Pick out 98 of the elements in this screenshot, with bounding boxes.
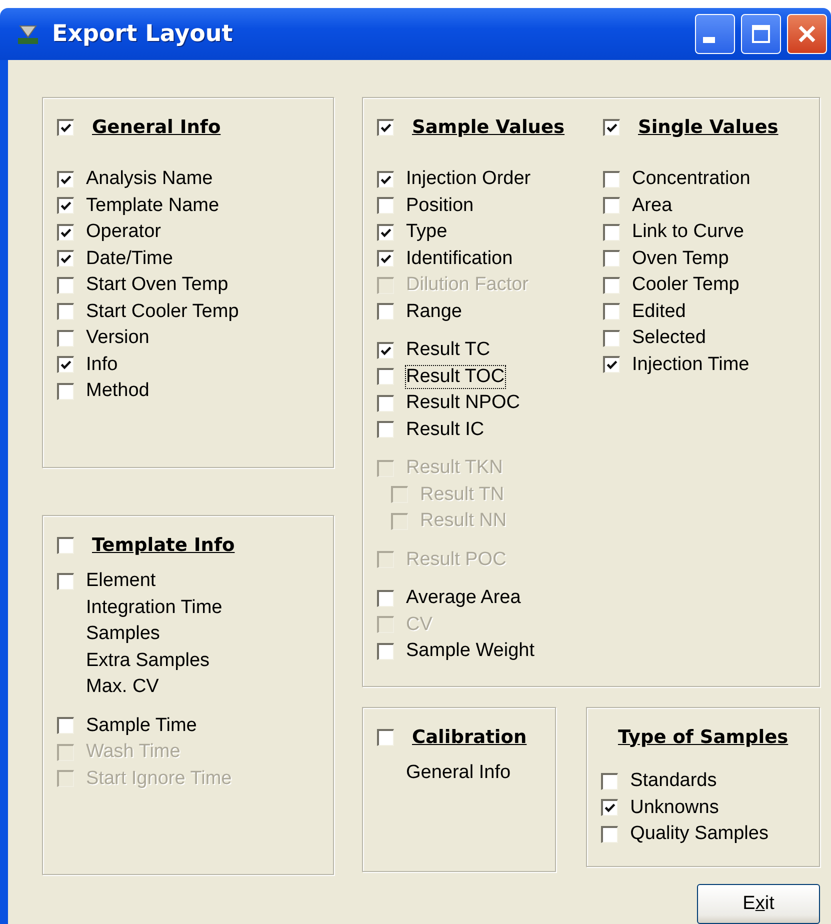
checkbox-label: Start Cooler Temp bbox=[86, 300, 239, 323]
checkbox-label: Result TC bbox=[406, 339, 490, 362]
checkbox[interactable] bbox=[57, 303, 74, 320]
option-text: Integration Time bbox=[86, 596, 222, 619]
section-title: General Info bbox=[92, 116, 221, 138]
checkbox-label: Sample Time bbox=[86, 714, 197, 737]
checkbox[interactable] bbox=[57, 717, 74, 734]
exit-button[interactable]: Exit bbox=[697, 884, 820, 924]
window-title: Export Layout bbox=[52, 21, 233, 47]
checkbox[interactable] bbox=[377, 394, 394, 412]
checkbox-label: Date/Time bbox=[86, 248, 173, 270]
checkbox[interactable] bbox=[603, 118, 620, 136]
checkbox-label: Version bbox=[86, 327, 150, 350]
checkbox-label: Concentration bbox=[632, 168, 750, 190]
checkbox-label: Analysis Name bbox=[86, 168, 213, 190]
checkbox-label: Result POC bbox=[406, 548, 506, 571]
checkbox-label: Position bbox=[406, 194, 474, 217]
minimize-icon bbox=[703, 37, 715, 43]
checkbox-label: Result TN bbox=[420, 484, 504, 506]
checkbox[interactable] bbox=[57, 536, 74, 554]
checkbox[interactable] bbox=[57, 170, 74, 188]
checkbox-label: Start Oven Temp bbox=[86, 274, 228, 296]
checkbox[interactable] bbox=[57, 224, 74, 241]
section-title: Template Info bbox=[92, 534, 235, 556]
checkbox-label: Result TKN bbox=[406, 457, 503, 480]
checkbox-label: Operator bbox=[86, 221, 161, 244]
checkbox[interactable] bbox=[57, 118, 74, 136]
checkbox-label: Quality Samples bbox=[630, 823, 768, 846]
checkbox[interactable] bbox=[603, 303, 620, 320]
checkbox-label: Result NPOC bbox=[406, 392, 520, 414]
checkbox[interactable] bbox=[377, 642, 394, 660]
checkbox-label: Result IC bbox=[406, 418, 484, 441]
checkbox[interactable] bbox=[601, 826, 618, 843]
section-title: Single Values bbox=[638, 116, 778, 138]
checkbox[interactable] bbox=[601, 772, 618, 790]
section-title: Calibration bbox=[412, 726, 527, 748]
checkbox[interactable] bbox=[377, 368, 394, 386]
checkbox[interactable] bbox=[57, 250, 74, 268]
section-title: Type of Samples bbox=[618, 726, 788, 748]
checkbox-label: Standards bbox=[630, 770, 717, 792]
checkbox-label: Template Name bbox=[86, 194, 220, 217]
checkbox[interactable] bbox=[57, 382, 74, 400]
section-title: Sample Values bbox=[412, 116, 565, 138]
checkbox[interactable] bbox=[377, 250, 394, 268]
close-button[interactable] bbox=[787, 14, 827, 54]
option-text: Max. CV bbox=[86, 676, 159, 698]
checkbox-label: Start Ignore Time bbox=[86, 768, 232, 790]
option-text: General Info bbox=[406, 762, 511, 784]
checkbox-label: CV bbox=[406, 614, 432, 636]
checkbox[interactable] bbox=[377, 421, 394, 438]
checkbox-label: Method bbox=[86, 380, 150, 402]
checkbox-label: Sample Weight bbox=[406, 640, 534, 662]
checkbox-label: Dilution Factor bbox=[406, 274, 528, 296]
checkbox-label: Result TOC bbox=[406, 366, 505, 388]
minimize-button[interactable] bbox=[695, 14, 735, 54]
maximize-button[interactable] bbox=[741, 14, 781, 54]
close-icon bbox=[798, 25, 816, 43]
checkbox[interactable] bbox=[377, 342, 394, 359]
checkbox[interactable] bbox=[377, 728, 394, 746]
option-text: Extra Samples bbox=[86, 650, 210, 672]
checkbox-label: Identification bbox=[406, 248, 513, 270]
checkbox-label: Injection Time bbox=[632, 354, 750, 376]
checkbox[interactable] bbox=[377, 118, 394, 136]
maximize-icon bbox=[752, 25, 770, 43]
checkbox[interactable] bbox=[603, 224, 620, 241]
checkbox-label: Element bbox=[86, 570, 156, 592]
option-text: Samples bbox=[86, 623, 160, 646]
checkbox-label: Unknowns bbox=[630, 796, 719, 819]
checkbox[interactable] bbox=[57, 276, 74, 294]
checkbox-label: Edited bbox=[632, 300, 686, 323]
checkbox-label: Cooler Temp bbox=[632, 274, 740, 296]
checkbox[interactable] bbox=[603, 276, 620, 294]
checkbox-label: Area bbox=[632, 194, 672, 217]
checkbox-label: Oven Temp bbox=[632, 248, 729, 270]
checkbox[interactable] bbox=[603, 330, 620, 347]
checkbox-label: Selected bbox=[632, 327, 706, 350]
checkbox[interactable] bbox=[603, 170, 620, 188]
checkbox-label: Info bbox=[86, 354, 118, 376]
checkbox[interactable] bbox=[601, 799, 618, 816]
checkbox[interactable] bbox=[57, 572, 74, 590]
checkbox-label: Average Area bbox=[406, 587, 521, 610]
checkbox[interactable] bbox=[377, 590, 394, 607]
checkbox-label: Injection Order bbox=[406, 168, 531, 190]
checkbox[interactable] bbox=[57, 330, 74, 347]
checkbox[interactable] bbox=[377, 197, 394, 214]
checkbox[interactable] bbox=[377, 170, 394, 188]
checkbox-label: Wash Time bbox=[86, 741, 180, 764]
checkbox[interactable] bbox=[603, 250, 620, 268]
checkbox[interactable] bbox=[57, 356, 74, 374]
checkbox[interactable] bbox=[377, 303, 394, 320]
checkbox-label: Range bbox=[406, 300, 462, 323]
checkbox[interactable] bbox=[377, 224, 394, 241]
checkbox-label: Result NN bbox=[420, 510, 507, 532]
checkbox[interactable] bbox=[57, 197, 74, 214]
checkbox[interactable] bbox=[603, 356, 620, 374]
checkbox[interactable] bbox=[603, 197, 620, 214]
checkbox-label: Link to Curve bbox=[632, 221, 744, 244]
checkbox-label: Type bbox=[406, 221, 448, 244]
